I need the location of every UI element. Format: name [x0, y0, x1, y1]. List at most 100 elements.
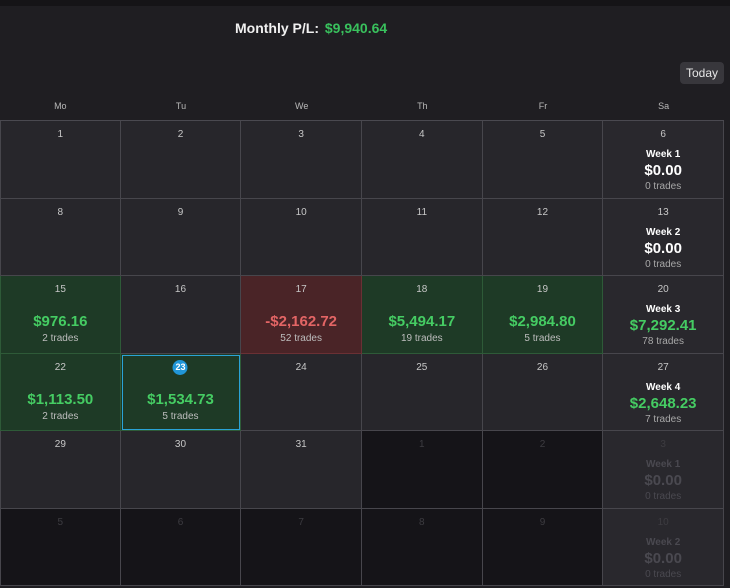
day-cell[interactable]: 26	[482, 353, 604, 431]
day-trades: 2 trades	[42, 410, 79, 422]
day-cell[interactable]: 4	[361, 121, 483, 199]
day-number: 10	[295, 206, 307, 218]
day-number: 15	[54, 284, 66, 295]
week-amount: $0.00	[644, 239, 682, 257]
week-trades: 7 trades	[645, 413, 682, 425]
week-label: Week 4	[646, 381, 681, 393]
day-cell[interactable]: 18 $5,494.17 19 trades	[361, 276, 483, 354]
day-cell[interactable]: 22 $1,113.50 2 trades	[0, 353, 121, 431]
day-cell[interactable]: 5	[0, 508, 121, 586]
weekday-label: Sa	[658, 101, 670, 111]
day-cell[interactable]: 24	[241, 353, 362, 431]
week-label: Week 1	[646, 149, 681, 160]
week-label: Week 2	[646, 226, 681, 238]
day-trades: 5 trades	[524, 333, 561, 344]
day-number: 8	[57, 206, 64, 218]
day-pl: $2,984.80	[509, 313, 576, 330]
day-number: 9	[539, 516, 546, 528]
day-cell[interactable]: 17 -$2,162.72 52 trades	[241, 276, 362, 354]
day-cell[interactable]: 10	[241, 198, 362, 276]
monthly-pl-header: Monthly P/L: $9,940.64	[235, 20, 387, 36]
week-amount: $7,292.41	[629, 317, 697, 334]
day-cell[interactable]: 15 $976.16 2 trades	[0, 276, 121, 354]
day-cell[interactable]: 12	[482, 198, 604, 276]
week-trades: 0 trades	[645, 258, 682, 270]
day-cell[interactable]: 5	[482, 121, 604, 199]
week-amount: $0.00	[644, 549, 682, 567]
day-cell[interactable]: 23 $1,534.73 5 trades	[120, 353, 242, 431]
day-number: 8	[419, 516, 425, 528]
day-number: 6	[660, 129, 666, 140]
weekday-label: Fr	[538, 101, 548, 111]
monthly-pl-label: Monthly P/L:	[235, 20, 319, 36]
day-pl: $5,494.17	[388, 313, 456, 330]
weekday-label: We	[294, 101, 309, 111]
week-label: Week 2	[646, 536, 681, 548]
day-number: 19	[536, 284, 549, 295]
day-cell[interactable]: 1	[0, 121, 121, 199]
day-cell[interactable]: 2	[482, 431, 604, 509]
week-amount: $0.00	[644, 162, 682, 179]
weekday-label: Mo	[54, 101, 67, 111]
day-cell[interactable]: 29	[0, 431, 121, 509]
day-trades: 19 trades	[400, 333, 443, 344]
day-cell[interactable]: 2	[120, 121, 242, 199]
day-number: 16	[174, 284, 187, 295]
day-number: 31	[295, 439, 307, 450]
day-number: 24	[295, 361, 307, 373]
day-pl: -$2,162.72	[265, 313, 338, 330]
week-summary-cell[interactable]: 20 Week 3 $7,292.41 78 trades	[603, 276, 724, 354]
selected-day-badge: 23	[172, 359, 188, 375]
day-number: 3	[298, 129, 304, 140]
week-summary-cell[interactable]: 27 Week 4 $2,648.23 7 trades	[603, 353, 724, 431]
day-cell[interactable]: 6	[120, 508, 242, 586]
day-number: 22	[54, 361, 66, 373]
day-cell[interactable]: 19 $2,984.80 5 trades	[482, 276, 604, 354]
week-trades: 78 trades	[642, 336, 684, 347]
week-summary-cell[interactable]: 6 Week 1 $0.00 0 trades	[603, 121, 724, 199]
day-number: 11	[416, 206, 428, 218]
day-number: 1	[419, 439, 425, 450]
day-cell[interactable]: 31	[241, 431, 362, 509]
day-number: 9	[177, 206, 184, 218]
day-number: 4	[419, 129, 425, 140]
day-cell[interactable]: 9	[120, 198, 242, 276]
week-summary-cell[interactable]: 3 Week 1 $0.00 0 trades	[603, 431, 724, 509]
week-amount: $2,648.23	[629, 394, 697, 412]
day-cell[interactable]: 7	[241, 508, 362, 586]
day-cell[interactable]: 9	[482, 508, 604, 586]
week-trades: 0 trades	[645, 181, 682, 192]
weekday-header-row: Mo Tu We Th Fr Sa	[0, 96, 724, 121]
monthly-pl-value: $9,940.64	[324, 20, 388, 36]
day-pl: $1,534.73	[147, 390, 214, 408]
weekday-label: Th	[417, 101, 428, 111]
day-number: 6	[177, 516, 184, 528]
day-cell[interactable]: 1	[361, 431, 483, 509]
week-label: Week 3	[646, 304, 681, 315]
day-number: 2	[177, 129, 184, 140]
week-trades: 0 trades	[645, 491, 682, 502]
day-number: 3	[660, 439, 666, 450]
day-trades: 5 trades	[162, 410, 199, 422]
day-cell[interactable]: 25	[361, 353, 483, 431]
day-cell[interactable]: 8	[361, 508, 483, 586]
weekday-label: Tu	[175, 101, 187, 111]
day-number: 10	[657, 516, 669, 528]
calendar-grid: 1 2 3 4 5 6 Week 1 $0.00 0 trades 8 9 10 11 12 13 Week …	[0, 121, 724, 586]
week-summary-cell[interactable]: 13 Week 2 $0.00 0 trades	[603, 198, 724, 276]
week-summary-cell[interactable]: 10 Week 2 $0.00 0 trades	[603, 508, 724, 586]
day-trades: 52 trades	[280, 333, 322, 344]
week-trades: 0 trades	[645, 568, 682, 580]
day-cell[interactable]: 3	[241, 121, 362, 199]
day-number: 17	[295, 284, 307, 295]
day-cell[interactable]: 30	[120, 431, 242, 509]
today-button[interactable]: Today	[680, 62, 724, 84]
day-number: 5	[539, 129, 546, 140]
day-number: 5	[57, 516, 64, 528]
day-cell[interactable]: 8	[0, 198, 121, 276]
day-cell[interactable]: 11	[361, 198, 483, 276]
day-cell[interactable]: 16	[120, 276, 242, 354]
day-number: 30	[174, 439, 187, 450]
day-number: 26	[536, 361, 549, 373]
day-number: 7	[298, 516, 304, 528]
